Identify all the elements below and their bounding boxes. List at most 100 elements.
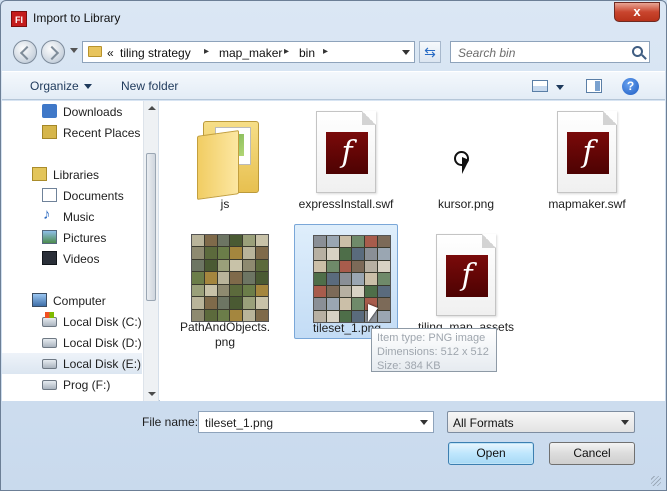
view-options-dropdown-icon[interactable]: [556, 85, 564, 90]
tile-swatch: [314, 273, 326, 285]
cancel-button[interactable]: Cancel: [549, 442, 635, 465]
back-button[interactable]: [13, 40, 37, 64]
flash-logo-icon: f: [326, 132, 368, 174]
nav-item-label: Recent Places: [63, 126, 141, 140]
organize-button[interactable]: Organize: [30, 79, 92, 93]
tile-swatch: [217, 272, 230, 284]
flash-file-icon: f: [549, 107, 625, 195]
breadcrumb-separator[interactable]: ▸: [284, 46, 289, 57]
nav-item-local-disk-d[interactable]: Local Disk (D:): [2, 332, 142, 353]
nav-item-computer[interactable]: Computer: [2, 290, 142, 311]
change-view-icon[interactable]: [532, 80, 548, 92]
nav-item-prog-f[interactable]: Prog (F:): [2, 374, 142, 395]
tile-swatch: [256, 297, 268, 309]
nav-scrollbar[interactable]: [143, 101, 158, 401]
breadcrumb-overflow[interactable]: «: [107, 46, 114, 60]
tile-swatch: [230, 284, 243, 297]
file-name-dropdown-icon[interactable]: [420, 420, 428, 425]
cursor-icon: [454, 151, 476, 177]
tile-swatch: [339, 248, 352, 260]
file-list: js f expressInstall.swf kursor.png f map…: [160, 101, 665, 401]
search-icon: [632, 46, 643, 57]
system-disk-icon: [42, 312, 57, 327]
close-button[interactable]: x: [614, 2, 660, 22]
nav-item-label: Downloads: [63, 105, 123, 119]
nav-item-label: Videos: [63, 252, 100, 266]
address-bar[interactable]: « tiling strategy ▸ map_maker ▸ bin ▸: [82, 41, 415, 63]
disk-icon: [42, 380, 57, 390]
scroll-down-icon[interactable]: [148, 392, 156, 396]
tile-swatch: [243, 284, 256, 297]
tile-swatch: [256, 272, 268, 284]
nav-item-local-disk-c[interactable]: Local Disk (C:): [2, 311, 142, 332]
window-title: Import to Library: [33, 11, 121, 25]
flash-app-icon: Fl: [11, 11, 27, 27]
tileset-preview-image: [191, 234, 269, 322]
title-bar[interactable]: Fl Import to Library x: [1, 1, 666, 35]
nav-item-music[interactable]: Music: [2, 206, 142, 227]
tile-swatch: [230, 235, 243, 247]
file-item-tiling-map-assets[interactable]: f tiling_map_assets .swf: [414, 224, 518, 349]
file-name: mapmaker.swf: [548, 197, 626, 211]
tile-swatch: [339, 260, 352, 273]
nav-item-recent-places[interactable]: Recent Places: [2, 122, 142, 143]
nav-item-documents[interactable]: Documents: [2, 185, 142, 206]
tile-swatch: [339, 236, 352, 248]
tile-swatch: [256, 284, 268, 297]
tile-swatch: [378, 248, 390, 260]
tile-swatch: [230, 297, 243, 309]
preview-pane-icon[interactable]: [586, 79, 602, 93]
nav-item-videos[interactable]: Videos: [2, 248, 142, 269]
breadcrumb-separator[interactable]: ▸: [323, 46, 328, 57]
tile-swatch: [192, 272, 204, 284]
file-name: PathAndObjects. png: [179, 320, 271, 349]
file-name-field[interactable]: tileset_1.png: [198, 411, 434, 433]
file-item-js-folder[interactable]: js: [173, 101, 277, 216]
file-format-select[interactable]: All Formats: [447, 411, 635, 433]
scroll-up-icon[interactable]: [148, 106, 156, 110]
file-item-tileset-1[interactable]: tileset_1.png: [294, 224, 398, 339]
tile-swatch: [217, 297, 230, 309]
breadcrumb-separator[interactable]: ▸: [204, 46, 209, 57]
search-box[interactable]: Search bin: [450, 41, 650, 63]
file-item-kursor[interactable]: kursor.png: [414, 101, 518, 216]
import-dialog: Fl Import to Library x « tiling strategy…: [0, 0, 667, 491]
recent-pages-dropdown-icon[interactable]: [70, 48, 78, 53]
open-button[interactable]: Open: [448, 442, 534, 465]
tile-swatch: [326, 285, 339, 298]
file-item-mapmaker[interactable]: f mapmaker.swf: [535, 101, 639, 216]
documents-icon: [42, 188, 57, 202]
tooltip-item-type: Item type: PNG image: [377, 332, 486, 344]
nav-item-downloads[interactable]: Downloads: [2, 101, 142, 122]
nav-item-libraries[interactable]: Libraries: [2, 164, 142, 185]
file-item-expressinstall[interactable]: f expressInstall.swf: [294, 101, 398, 216]
file-item-pathandobjects[interactable]: PathAndObjects. png: [173, 224, 277, 349]
tile-swatch: [378, 273, 390, 285]
new-folder-button[interactable]: New folder: [121, 79, 178, 93]
document-page: f: [557, 111, 617, 193]
tile-swatch: [243, 247, 256, 259]
tile-swatch: [378, 285, 390, 298]
document-page: f: [316, 111, 376, 193]
address-dropdown-icon[interactable]: [402, 50, 410, 55]
breadcrumb-map-maker[interactable]: map_maker: [219, 46, 282, 60]
scrollbar-thumb[interactable]: [146, 153, 156, 301]
breadcrumb-tiling-strategy[interactable]: tiling strategy: [120, 46, 191, 60]
forward-button[interactable]: [41, 40, 65, 64]
mouse-pointer-icon: [368, 304, 378, 322]
help-icon[interactable]: ?: [622, 78, 639, 95]
chevron-down-icon: [621, 420, 629, 425]
breadcrumb-bin[interactable]: bin: [299, 46, 315, 60]
resize-grip-icon[interactable]: [651, 476, 661, 486]
nav-item-pictures[interactable]: Pictures: [2, 227, 142, 248]
tile-swatch: [314, 285, 326, 298]
nav-item-local-disk-e[interactable]: Local Disk (E:): [2, 353, 142, 374]
tile-swatch: [352, 273, 365, 285]
browser-area: Downloads Recent Places Libraries Docume…: [2, 101, 665, 401]
file-name-value[interactable]: tileset_1.png: [205, 416, 273, 430]
tile-swatch: [314, 248, 326, 260]
search-input[interactable]: Search bin: [458, 46, 515, 60]
tile-swatch: [256, 235, 268, 247]
nav-item-label: Libraries: [53, 168, 100, 182]
refresh-button[interactable]: ⇆: [419, 41, 441, 63]
